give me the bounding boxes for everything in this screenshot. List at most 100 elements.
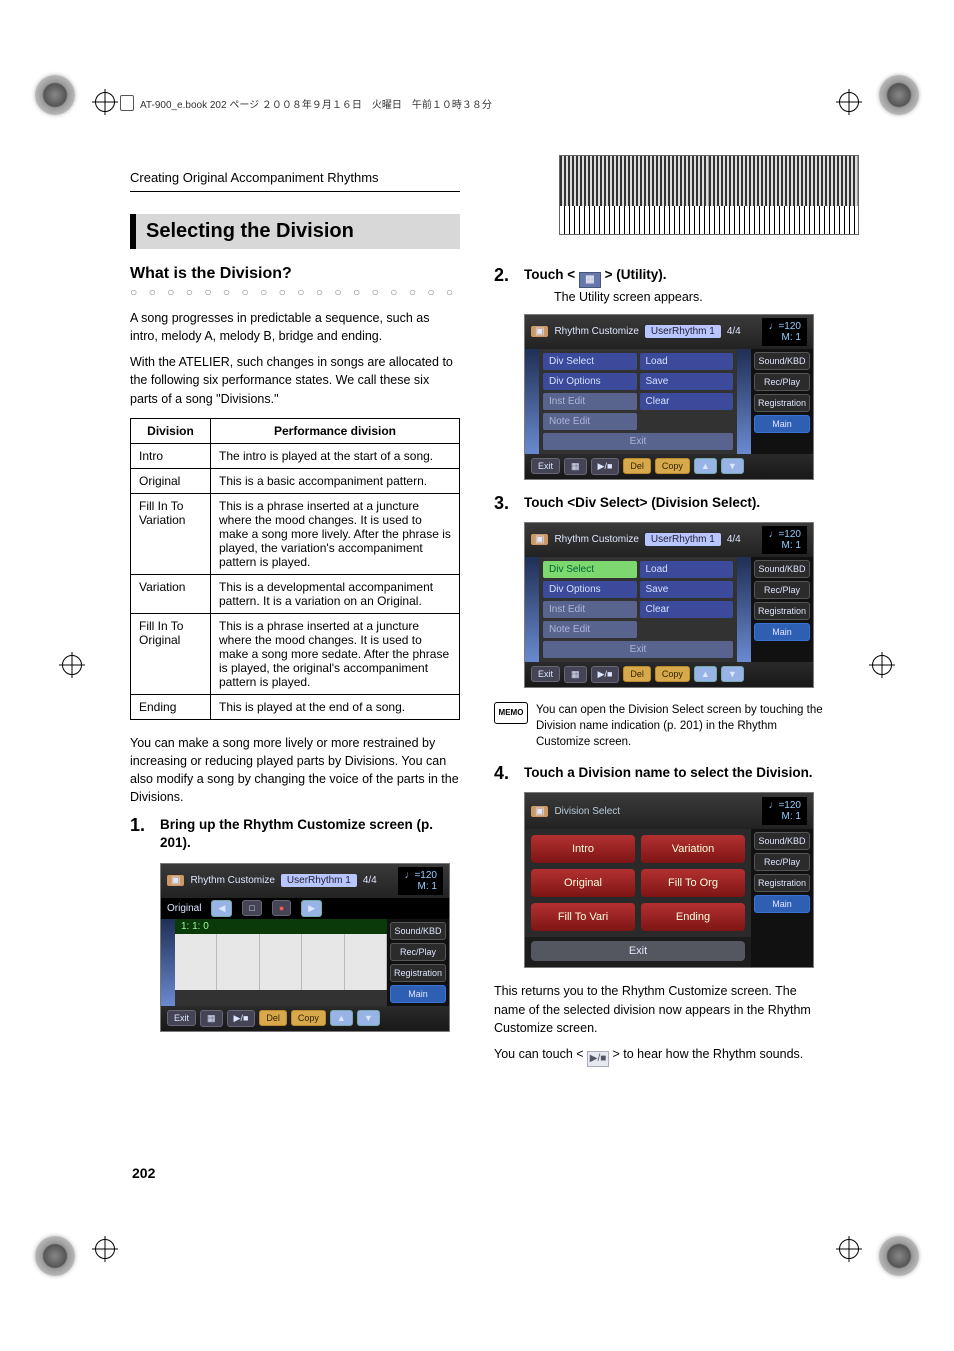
- utility-icon-button[interactable]: ▦: [200, 1010, 223, 1027]
- side-registration[interactable]: Registration: [754, 394, 810, 412]
- menu-exit[interactable]: Exit: [543, 433, 733, 450]
- menu-inst-edit[interactable]: Inst Edit: [543, 601, 637, 618]
- prev-button[interactable]: ◀: [211, 900, 232, 917]
- up-button[interactable]: ▲: [694, 458, 717, 474]
- down-button[interactable]: ▼: [357, 1010, 380, 1026]
- side-registration[interactable]: Registration: [754, 874, 810, 892]
- lcd-track-grid[interactable]: [175, 934, 387, 990]
- lcd-close-icon[interactable]: ▣: [531, 534, 548, 545]
- registration-mark-icon: [872, 655, 892, 675]
- side-main[interactable]: Main: [754, 623, 810, 641]
- lcd-left-bar: [525, 557, 539, 662]
- play-stop-button[interactable]: ▶/■: [591, 666, 620, 683]
- lcd-title: Rhythm Customize: [190, 875, 274, 886]
- division-button[interactable]: Ending: [641, 903, 745, 931]
- lcd-utility-menu-a: ▣ Rhythm Customize UserRhythm 1 4/4 ♩=12…: [524, 314, 814, 480]
- record-button[interactable]: ●: [272, 900, 291, 916]
- side-rec-play[interactable]: Rec/Play: [390, 943, 446, 961]
- lcd-badge[interactable]: UserRhythm 1: [281, 874, 357, 887]
- menu-load[interactable]: Load: [640, 561, 734, 578]
- lcd-division-select: ▣ Division Select ♩=120M: 1 IntroVariati…: [524, 792, 814, 968]
- step-number: 2.: [494, 266, 516, 304]
- menu-note-edit[interactable]: Note Edit: [543, 621, 637, 638]
- side-main[interactable]: Main: [754, 895, 810, 913]
- down-button[interactable]: ▼: [721, 458, 744, 474]
- play-stop-icon: ▶/■: [587, 1051, 609, 1067]
- down-button[interactable]: ▼: [721, 666, 744, 682]
- side-registration[interactable]: Registration: [754, 602, 810, 620]
- exit-button[interactable]: Exit: [531, 458, 560, 474]
- copy-button[interactable]: Copy: [655, 458, 690, 474]
- header-text: AT-900_e.book 202 ページ ２００８年９月１６日 火曜日 午前１…: [140, 96, 492, 111]
- lcd-timesig: 4/4: [363, 875, 377, 886]
- del-button[interactable]: Del: [623, 458, 651, 474]
- lcd-division-name[interactable]: Original: [167, 903, 201, 914]
- utility-icon-button[interactable]: ▦: [564, 458, 587, 475]
- memo-icon: MEMO: [494, 702, 528, 724]
- del-button[interactable]: Del: [623, 666, 651, 682]
- dotted-divider: ○ ○ ○ ○ ○ ○ ○ ○ ○ ○ ○ ○ ○ ○ ○ ○ ○ ○ ○ ○ …: [130, 285, 460, 299]
- lcd-close-icon[interactable]: ▣: [531, 806, 548, 817]
- memo-text: You can open the Division Select screen …: [536, 702, 824, 750]
- side-main[interactable]: Main: [754, 415, 810, 433]
- side-main[interactable]: Main: [390, 985, 446, 1003]
- menu-clear[interactable]: Clear: [640, 601, 734, 618]
- side-rec-play[interactable]: Rec/Play: [754, 581, 810, 599]
- menu-save[interactable]: Save: [640, 581, 734, 598]
- menu-clear[interactable]: Clear: [640, 393, 734, 410]
- lcd-badge[interactable]: UserRhythm 1: [645, 325, 721, 338]
- utility-icon-button[interactable]: ▦: [564, 666, 587, 683]
- side-sound-kbd[interactable]: Sound/KBD: [754, 832, 810, 850]
- division-button[interactable]: Variation: [641, 835, 745, 863]
- menu-inst-edit[interactable]: Inst Edit: [543, 393, 637, 410]
- step-2-note: The Utility screen appears.: [554, 290, 703, 304]
- menu-div-select-selected[interactable]: Div Select: [543, 561, 637, 578]
- lcd-left-bar: [525, 349, 539, 454]
- lcd-close-icon[interactable]: ▣: [167, 875, 184, 886]
- side-registration[interactable]: Registration: [390, 964, 446, 982]
- copy-button[interactable]: Copy: [291, 1010, 326, 1026]
- exit-button-wide[interactable]: Exit: [531, 941, 745, 961]
- division-button[interactable]: Fill To Vari: [531, 903, 635, 931]
- side-sound-kbd[interactable]: Sound/KBD: [754, 560, 810, 578]
- del-button[interactable]: Del: [259, 1010, 287, 1026]
- side-rec-play[interactable]: Rec/Play: [754, 853, 810, 871]
- lcd-badge[interactable]: UserRhythm 1: [645, 533, 721, 546]
- division-button[interactable]: Fill To Org: [641, 869, 745, 897]
- closing-para-1: This returns you to the Rhythm Customize…: [494, 982, 824, 1036]
- lcd3-title: Division Select: [554, 806, 620, 817]
- next-button[interactable]: ▶: [301, 900, 322, 917]
- divider: [130, 191, 460, 192]
- table-row: OriginalThis is a basic accompaniment pa…: [131, 468, 460, 493]
- play-stop-button[interactable]: ▶/■: [227, 1010, 256, 1027]
- division-table: Division Performance division IntroThe i…: [130, 418, 460, 720]
- lcd-tempo: ♩=120M: 1: [762, 318, 807, 346]
- menu-note-edit[interactable]: Note Edit: [543, 413, 637, 430]
- menu-div-select[interactable]: Div Select: [543, 353, 637, 370]
- division-button[interactable]: Intro: [531, 835, 635, 863]
- side-sound-kbd[interactable]: Sound/KBD: [390, 922, 446, 940]
- lcd-right-scroll[interactable]: [737, 349, 751, 454]
- menu-save[interactable]: Save: [640, 373, 734, 390]
- exit-button[interactable]: Exit: [531, 666, 560, 682]
- copy-button[interactable]: Copy: [655, 666, 690, 682]
- book-icon: [120, 95, 134, 111]
- menu-exit[interactable]: Exit: [543, 641, 733, 658]
- lcd-right-scroll[interactable]: [737, 557, 751, 662]
- menu-load[interactable]: Load: [640, 353, 734, 370]
- side-rec-play[interactable]: Rec/Play: [754, 373, 810, 391]
- side-sound-kbd[interactable]: Sound/KBD: [754, 352, 810, 370]
- up-button[interactable]: ▲: [330, 1010, 353, 1026]
- menu-div-options[interactable]: Div Options: [543, 373, 637, 390]
- stop-button[interactable]: □: [242, 900, 261, 916]
- lcd-close-icon[interactable]: ▣: [531, 326, 548, 337]
- performance-cell: This is a phrase inserted at a juncture …: [211, 613, 460, 694]
- division-cell: Ending: [131, 694, 211, 719]
- crop-mark-icon: [879, 75, 919, 115]
- division-button[interactable]: Original: [531, 869, 635, 897]
- menu-div-options[interactable]: Div Options: [543, 581, 637, 598]
- up-button[interactable]: ▲: [694, 666, 717, 682]
- step-3-text: Touch <Div Select> (Division Select).: [524, 494, 760, 512]
- play-stop-button[interactable]: ▶/■: [591, 458, 620, 475]
- exit-button[interactable]: Exit: [167, 1010, 196, 1026]
